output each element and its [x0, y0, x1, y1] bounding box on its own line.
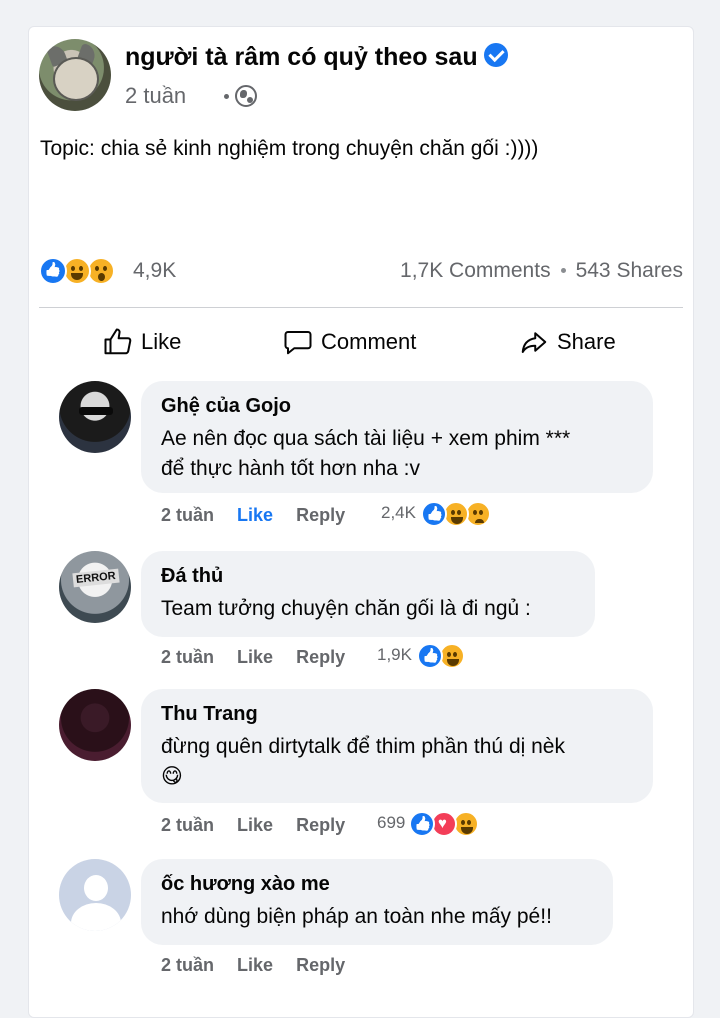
- comment-author[interactable]: ốc hương xào me: [161, 873, 593, 896]
- shares-count[interactable]: 543 Shares: [576, 259, 683, 282]
- comment-meta: 2 tuần Like Reply: [161, 955, 363, 976]
- post-stats: 4,9K 1,7K Comments 543 Shares: [39, 257, 683, 291]
- comment-reply-button[interactable]: Reply: [296, 955, 345, 975]
- comment-reaction-count: 2,4K: [381, 503, 416, 522]
- comment-meta: 2 tuần Like Reply: [161, 647, 363, 668]
- comment-meta: 2 tuần Like Reply: [161, 505, 363, 526]
- comment-like-button[interactable]: Like: [237, 815, 273, 835]
- comment-bubble: Đá thủ Team tưởng chuyện chăn gối là đi …: [141, 551, 595, 637]
- separator-dot: [560, 268, 566, 273]
- post-meta: 2 tuần: [125, 83, 258, 109]
- comment-icon: [284, 331, 312, 355]
- comment-reactions[interactable]: 699: [377, 811, 517, 841]
- emoji-icon: 😋: [161, 765, 183, 788]
- comment-button[interactable]: Comment: [283, 327, 416, 357]
- post-header: người tà râm có quỷ theo sau 2 tuần: [39, 39, 683, 129]
- comment-reply-button[interactable]: Reply: [296, 647, 345, 667]
- comment-text: đừng quên dirtytalk để thim phần thú dị …: [161, 732, 633, 792]
- haha-icon: [63, 257, 91, 285]
- comment-meta: 2 tuần Like Reply: [161, 815, 363, 836]
- comment-label: Comment: [321, 329, 417, 354]
- comment-like-button[interactable]: Like: [237, 505, 273, 525]
- comment-bubble: Thu Trang đừng quên dirtytalk để thim ph…: [141, 689, 653, 803]
- comment-line: để thực hành tốt hơn nha :v: [161, 457, 421, 480]
- page-avatar[interactable]: [39, 39, 111, 111]
- comment-time[interactable]: 2 tuần: [161, 505, 214, 525]
- post-time[interactable]: 2 tuần: [125, 83, 186, 108]
- comment-reaction-count: 1,9K: [377, 645, 412, 664]
- comments-count[interactable]: 1,7K Comments: [400, 259, 551, 282]
- reaction-icons[interactable]: [39, 257, 129, 287]
- avatar[interactable]: [59, 859, 131, 931]
- page-name-link[interactable]: người tà râm có quỷ theo sau: [125, 43, 508, 72]
- globe-icon: [235, 85, 258, 107]
- avatar[interactable]: [59, 689, 131, 761]
- reaction-count[interactable]: 4,9K: [133, 259, 176, 283]
- divider: [39, 307, 683, 308]
- comment-reactions[interactable]: 1,9K: [377, 643, 497, 673]
- comment-time[interactable]: 2 tuần: [161, 647, 214, 667]
- comment-author[interactable]: Ghệ của Gojo: [161, 395, 633, 418]
- like-label: Like: [141, 329, 182, 354]
- like-button[interactable]: Like: [103, 327, 181, 357]
- like-icon: [39, 257, 67, 285]
- comment-line: nhớ dùng biện pháp an toàn nhe mấy pé!!: [161, 905, 552, 928]
- comment-bubble: ốc hương xào me nhớ dùng biện pháp an to…: [141, 859, 613, 945]
- comment-author[interactable]: Thu Trang: [161, 703, 633, 726]
- comment-reply-button[interactable]: Reply: [296, 815, 345, 835]
- verified-badge-icon: [483, 43, 508, 67]
- comment-line: đừng quên dirtytalk để thim phần thú dị …: [161, 735, 565, 758]
- post-card: người tà râm có quỷ theo sau 2 tuần Topi…: [28, 26, 694, 1018]
- share-icon: [521, 332, 547, 353]
- share-label: Share: [557, 329, 616, 354]
- post-actions: Like Comment Share: [39, 323, 683, 369]
- comment-reactions[interactable]: 2,4K: [381, 501, 531, 531]
- like-icon: [421, 501, 447, 527]
- comment-bubble: Ghệ của Gojo Ae nên đọc qua sách tài liệ…: [141, 381, 653, 493]
- comment-time[interactable]: 2 tuần: [161, 955, 214, 975]
- comment-like-button[interactable]: Like: [237, 647, 273, 667]
- comment-reply-button[interactable]: Reply: [296, 505, 345, 525]
- comment-reaction-count: 699: [377, 813, 406, 832]
- wow-icon: [87, 257, 115, 285]
- share-button[interactable]: Share: [519, 327, 616, 357]
- avatar[interactable]: [59, 381, 131, 453]
- comment-like-button[interactable]: Like: [237, 955, 273, 975]
- comment-line: Team tưởng chuyện chăn gối là đi ngủ :: [161, 597, 531, 620]
- comment-text: nhớ dùng biện pháp an toàn nhe mấy pé!!: [161, 902, 593, 932]
- avatar[interactable]: ERROR: [59, 551, 131, 623]
- post-text: Topic: chia sẻ kinh nghiệm trong chuyện …: [40, 137, 539, 160]
- like-icon: [409, 811, 435, 837]
- separator-dot: [224, 94, 230, 99]
- comment-author[interactable]: Đá thủ: [161, 565, 575, 588]
- thumbs-up-icon: [104, 328, 132, 355]
- like-icon: [417, 643, 443, 669]
- page-name[interactable]: người tà râm có quỷ theo sau: [125, 43, 478, 71]
- comments-shares: 1,7K Comments 543 Shares: [400, 259, 683, 283]
- comment-text: Team tưởng chuyện chăn gối là đi ngủ :: [161, 594, 575, 624]
- comment-text: Ae nên đọc qua sách tài liệu + xem phim …: [161, 424, 633, 484]
- comment-time[interactable]: 2 tuần: [161, 815, 214, 835]
- comment-line: Ae nên đọc qua sách tài liệu + xem phim …: [161, 427, 571, 450]
